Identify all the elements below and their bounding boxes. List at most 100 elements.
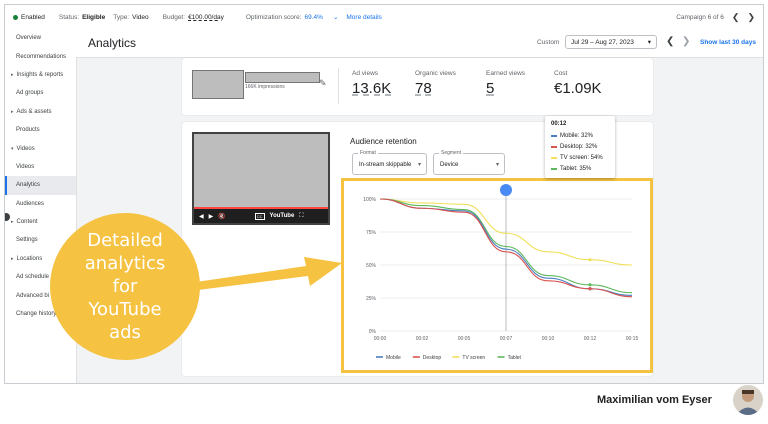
youtube-logo: YouTube (269, 213, 295, 219)
optimization-score: Optimization score: 69.4% (245, 13, 323, 21)
y-tick-label: 0% (369, 329, 377, 335)
chevron-down-icon: ▾ (495, 162, 499, 168)
sidebar-item-content[interactable]: Content (5, 213, 76, 231)
person-avatar-icon (736, 390, 760, 415)
sidebar-item-recommendations[interactable]: Recommendations (5, 47, 76, 65)
sidebar-item-insights[interactable]: Insights & reports (5, 66, 76, 84)
captions-icon[interactable]: CC (254, 212, 265, 220)
retention-chart-highlight: 100% 75% 50% 25% 0% 00:00 00:02 00:05 00:07 00:10… (341, 178, 653, 373)
legend-label: Desktop (423, 355, 442, 361)
x-tick-label: 00:15 (626, 336, 639, 342)
sidebar-item-ads-assets[interactable]: Ads & assets (5, 103, 76, 121)
sidebar-item-videos[interactable]: Videos (5, 158, 76, 176)
legend-label: TV screen (462, 355, 485, 361)
more-details-link[interactable]: ⌄ More details (332, 13, 382, 22)
impressions-text: 166K impressions (245, 84, 285, 90)
date-range-picker[interactable]: Jul 29 – Aug 27, 2023 ▾ (565, 35, 657, 49)
sidebar-item-analytics[interactable]: Analytics (5, 176, 76, 195)
legend-swatch-icon (551, 167, 557, 170)
video-controls: ◀ ▶ 🔇 CC YouTube ⛶ (194, 209, 328, 223)
budget-field[interactable]: Budget: €100.00/day (163, 14, 224, 21)
status-value: Eligible (82, 13, 106, 21)
date-range-value: Jul 29 – Aug 27, 2023 (571, 38, 634, 46)
sidebar-item-audiences[interactable]: Audiences (5, 195, 76, 213)
show-last-30-days-link[interactable]: Show last 30 days (700, 39, 756, 46)
earned-views-value: 5 (486, 80, 495, 97)
play-icon[interactable]: ▶ (209, 213, 214, 220)
dropdown-arrow-icon: ▾ (647, 39, 651, 46)
promo-line-2: analytics (84, 253, 166, 274)
legend-label: Tablet (508, 355, 522, 361)
metrics-divider (338, 68, 339, 104)
promo-line-3: for (112, 276, 138, 297)
earned-views-metric: Earned views 5 (486, 70, 526, 97)
x-tick-label: 00:05 (458, 336, 471, 342)
next-campaign-icon[interactable]: ❯ (747, 12, 755, 23)
ad-views-metric: Ad views 13.6K (352, 70, 392, 97)
tooltip-time: 00:12 (551, 121, 567, 127)
x-tick-label: 00:10 (542, 336, 555, 342)
budget-value[interactable]: €100.00/day (188, 14, 224, 21)
sidebar-item-products[interactable]: Products (5, 121, 76, 139)
type-field: Type: Video (113, 13, 149, 21)
segment-select[interactable]: Segment Device ▾ (433, 150, 505, 175)
status-field: Status: Eligible (58, 13, 106, 21)
tooltip-row: Desktop: 32% (551, 141, 609, 152)
ad-views-value: 13.6K (352, 80, 392, 97)
optimization-value[interactable]: 69.4% (305, 14, 323, 21)
chevron-down-icon: ▾ (417, 162, 421, 168)
y-tick-label: 75% (366, 230, 377, 236)
sidebar-item-overview[interactable]: Overview (5, 29, 76, 47)
y-tick-label: 100% (363, 197, 376, 203)
chevron-down-icon: ⌄ (332, 14, 339, 21)
tooltip-row: Tablet: 35% (551, 163, 609, 174)
organic-views-value: 78 (415, 80, 432, 97)
format-select[interactable]: Format In-stream skippable ▾ (352, 150, 427, 175)
legend-swatch-icon (551, 145, 557, 148)
data-point (588, 258, 592, 262)
fullscreen-icon[interactable]: ⛶ (299, 213, 303, 220)
x-tick-label: 00:00 (374, 336, 387, 342)
mute-icon[interactable]: 🔇 (218, 213, 225, 220)
date-custom-label: Custom (537, 39, 560, 46)
promo-line-5: ads (109, 322, 141, 343)
enabled-status[interactable]: Enabled (13, 14, 45, 21)
prev-icon[interactable]: ◀ (199, 213, 204, 220)
data-point (588, 283, 592, 287)
legend-label: Mobile (386, 355, 401, 361)
author-avatar (733, 385, 763, 415)
data-point (588, 287, 592, 291)
ad-thumbnail (192, 70, 244, 99)
x-tick-label: 00:12 (584, 336, 597, 342)
sidebar-item-ad-groups[interactable]: Ad groups (5, 84, 76, 102)
previous-period-icon[interactable]: ❮ (666, 36, 674, 47)
next-period-icon[interactable]: ❯ (682, 36, 690, 47)
scrubber-handle (500, 184, 512, 196)
sidebar-item-videos-group[interactable]: Videos (5, 139, 76, 157)
metrics-card: 166K impressions ✎ Ad views 13.6K Organi… (182, 58, 653, 115)
tooltip-row: TV screen: 54% (551, 152, 609, 163)
page-title: Analytics (88, 36, 137, 50)
ad-name-placeholder (245, 72, 320, 83)
page-header: Analytics Custom Jul 29 – Aug 27, 2023 ▾ … (76, 29, 763, 58)
video-player[interactable]: ◀ ▶ 🔇 CC YouTube ⛶ (192, 132, 330, 225)
author-name: Maximilian vom Eyser (597, 394, 712, 406)
retention-chart[interactable]: 100% 75% 50% 25% 0%00:00 00:02 00:05 00:07 00:10… (344, 181, 650, 370)
cost-value: €1.09K (554, 80, 602, 97)
promo-line-4: YouTube (88, 299, 162, 320)
pointer-arrow-icon (196, 257, 342, 290)
promo-line-1: Detailed (87, 230, 163, 251)
campaign-counter: Campaign 6 of 6 (676, 13, 724, 21)
legend-swatch-icon (551, 156, 557, 159)
y-tick-label: 25% (366, 296, 377, 302)
type-value: Video (132, 13, 149, 21)
campaign-status-bar: Enabled Status: Eligible Type: Video Budge… (5, 5, 763, 30)
y-tick-label: 50% (366, 263, 377, 269)
organic-views-metric: Organic views 78 (415, 70, 456, 97)
edit-pencil-icon[interactable]: ✎ (319, 78, 327, 89)
legend-swatch-icon (551, 134, 557, 137)
audience-retention-title: Audience retention (350, 137, 417, 146)
x-tick-label: 00:02 (416, 336, 429, 342)
previous-campaign-icon[interactable]: ❮ (732, 12, 740, 23)
enabled-dot-icon (13, 14, 18, 20)
